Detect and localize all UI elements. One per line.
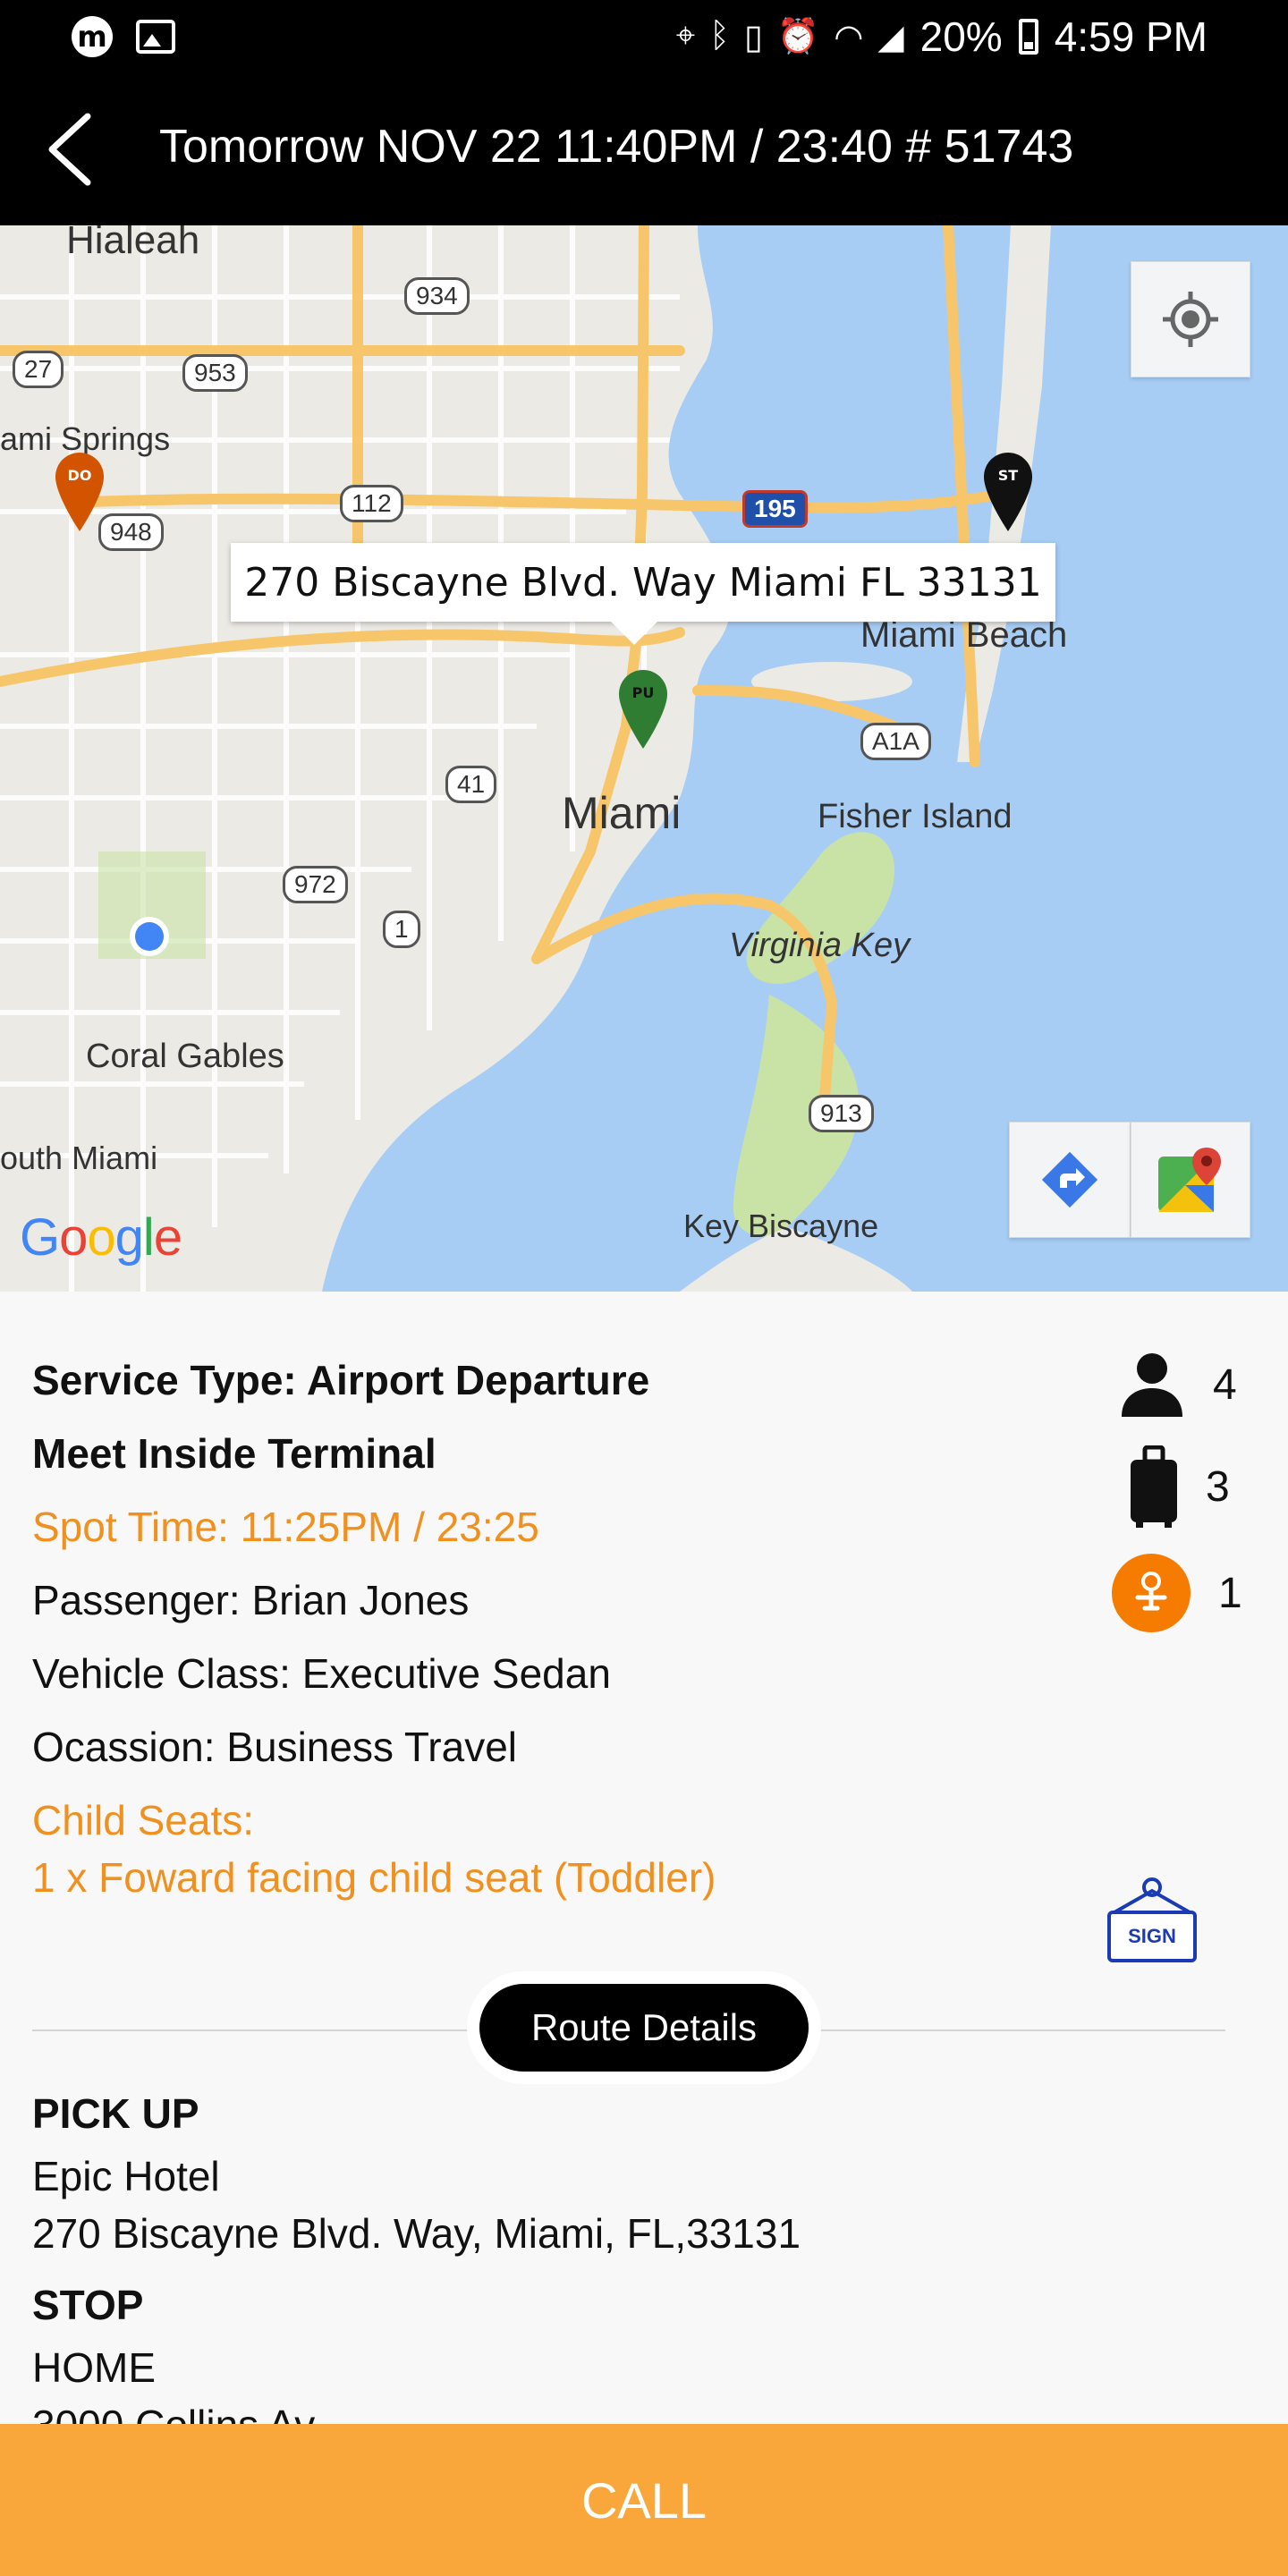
- status-left-icons: m: [72, 16, 175, 57]
- status-system-icons: ⌖ ᛒ ▯ ⏰ ◠ ◢: [676, 17, 904, 57]
- meet-instructions: Meet Inside Terminal: [32, 1430, 436, 1477]
- route-details-button[interactable]: Route Details: [479, 1984, 809, 2072]
- road-shield-195: 195: [742, 490, 808, 528]
- stop-marker-label: ST: [997, 467, 1019, 484]
- status-bar: m ⌖ ᛒ ▯ ⏰ ◠ ◢ 20% 4:59 PM: [0, 0, 1288, 75]
- status-right: ⌖ ᛒ ▯ ⏰ ◠ ◢ 20% 4:59 PM: [676, 13, 1208, 61]
- open-google-maps-button[interactable]: [1131, 1122, 1250, 1238]
- chevron-left-icon: [48, 113, 91, 186]
- road-shield-953: 953: [182, 354, 248, 392]
- back-button[interactable]: [41, 109, 104, 190]
- google-maps-icon: [1158, 1148, 1221, 1212]
- vehicle-class: Vehicle Class: Executive Sedan: [32, 1650, 611, 1697]
- pickup-heading: PICK UP: [32, 2090, 199, 2137]
- luggage-count-stat: 3: [1129, 1445, 1230, 1528]
- app-notification-icon: m: [72, 16, 113, 57]
- map-label-miami: Miami: [562, 788, 682, 838]
- location-icon: ⌖: [675, 16, 696, 55]
- road-shield-1: 1: [383, 911, 420, 948]
- child-count-stat: 1: [1111, 1553, 1242, 1633]
- meet-sign-button[interactable]: SIGN: [1106, 1873, 1199, 1966]
- bluetooth-icon: ᛒ: [709, 16, 730, 55]
- road-shield-934: 934: [404, 277, 470, 315]
- dropoff-marker[interactable]: DO: [54, 451, 106, 533]
- gallery-notification-icon: [136, 20, 175, 54]
- child-seats-label: Child Seats:: [32, 1797, 255, 1843]
- battery-icon: [1018, 19, 1038, 55]
- road-shield-972: 972: [283, 866, 348, 903]
- road-shield-913: 913: [809, 1095, 874, 1132]
- map-pin-icon: [619, 670, 667, 749]
- stop-name: HOME: [32, 2344, 156, 2391]
- map-label-fisher-island: Fisher Island: [818, 798, 1013, 835]
- my-location-button[interactable]: [1131, 261, 1250, 377]
- pickup-address: 270 Biscayne Blvd. Way, Miami, FL,33131: [32, 2210, 801, 2257]
- trip-details-panel: Service Type: Airport Departure Meet Ins…: [0, 1292, 1288, 2448]
- call-button[interactable]: CALL: [0, 2424, 1288, 2576]
- sign-label: SIGN: [1128, 1925, 1176, 1947]
- directions-button[interactable]: [1009, 1122, 1131, 1238]
- luggage-count: 3: [1206, 1462, 1230, 1511]
- map-pin-icon: [55, 453, 104, 531]
- alarm-icon: ⏰: [776, 17, 820, 55]
- map-label-hialeah: Hialeah: [66, 225, 200, 262]
- dropoff-marker-label: DO: [67, 467, 92, 484]
- child-count: 1: [1218, 1569, 1242, 1617]
- map-view[interactable]: Hialeah ami Springs Miami Beach Miami Fi…: [0, 225, 1288, 1292]
- stop-heading: STOP: [32, 2282, 144, 2328]
- crosshair-icon: [1163, 292, 1218, 347]
- app-header: Tomorrow NOV 22 11:40PM / 23:40 # 51743: [0, 75, 1288, 225]
- sign-icon: [1107, 1877, 1197, 1962]
- service-type: Service Type: Airport Departure: [32, 1357, 650, 1403]
- map-label-coral-gables: Coral Gables: [86, 1038, 284, 1075]
- map-label-south-miami: outh Miami: [0, 1140, 158, 1176]
- map-pin-icon: [984, 453, 1032, 531]
- person-icon: [1122, 1353, 1182, 1417]
- child-seats-value: 1 x Foward facing child seat (Toddler): [32, 1854, 716, 1901]
- passenger-name: Passenger: Brian Jones: [32, 1577, 470, 1623]
- vibrate-icon: ▯: [743, 18, 763, 56]
- directions-icon: [1041, 1151, 1098, 1208]
- baby-icon: [1112, 1554, 1191, 1632]
- stop-marker[interactable]: ST: [982, 451, 1034, 533]
- road-shield-41: 41: [445, 766, 497, 803]
- pickup-marker[interactable]: PU: [617, 668, 669, 750]
- pickup-address-callout[interactable]: 270 Biscayne Blvd. Way Miami FL 33131: [231, 543, 1055, 645]
- occasion: Ocassion: Business Travel: [32, 1724, 518, 1770]
- road-shield-112: 112: [340, 485, 403, 522]
- pickup-marker-label: PU: [631, 684, 655, 701]
- passenger-count: 4: [1213, 1360, 1237, 1409]
- google-logo: Google: [20, 1208, 182, 1267]
- pickup-name: Epic Hotel: [32, 2153, 220, 2199]
- road-shield-a1a: A1A: [860, 723, 931, 760]
- signal-icon: ◢: [877, 18, 904, 56]
- spot-time: Spot Time: 11:25PM / 23:25: [32, 1504, 539, 1550]
- map-label-key-biscayne: Key Biscayne: [683, 1208, 879, 1244]
- road-shield-27: 27: [13, 351, 64, 388]
- passenger-count-stat: 4: [1118, 1352, 1237, 1417]
- status-time: 4:59 PM: [1054, 13, 1208, 60]
- luggage-icon: [1131, 1445, 1177, 1528]
- wifi-icon: ◠: [834, 18, 864, 56]
- road-shield-948: 948: [98, 513, 164, 551]
- trip-header-title: Tomorrow NOV 22 11:40PM / 23:40 # 51743: [159, 121, 1074, 173]
- map-label-virginia-key: Virginia Key: [729, 927, 911, 964]
- battery-percent: 20%: [919, 13, 1003, 60]
